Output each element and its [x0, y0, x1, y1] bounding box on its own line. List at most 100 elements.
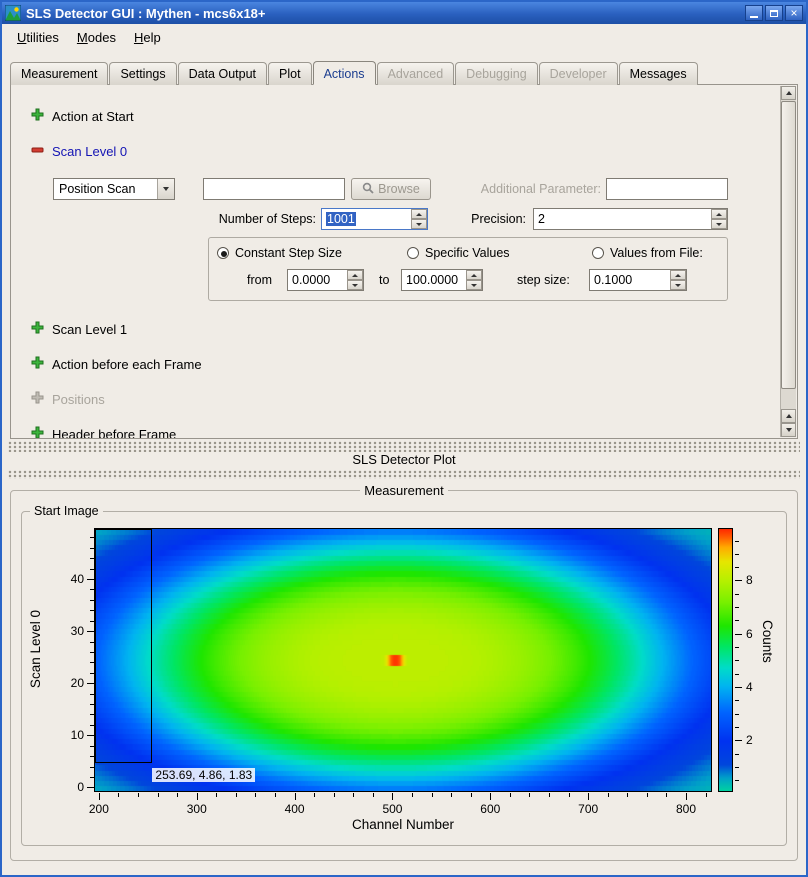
spin-up-icon[interactable] [670, 270, 686, 280]
tick [735, 594, 739, 595]
scroll-up-button[interactable] [781, 86, 796, 100]
tab-actions[interactable]: Actions [313, 61, 376, 85]
maximize-button[interactable] [765, 5, 783, 21]
splitter-dots [8, 441, 800, 452]
radio-icon [217, 247, 229, 259]
scan-mode-select[interactable]: Position Scan [53, 178, 175, 200]
action-at-start-row[interactable]: Action at Start [31, 108, 134, 124]
tab-data-output[interactable]: Data Output [178, 62, 267, 85]
close-button[interactable]: × [785, 5, 803, 21]
tick [275, 793, 276, 797]
app-icon [5, 5, 21, 21]
additional-parameter-input[interactable] [606, 178, 728, 200]
scrollbar-thumb[interactable] [781, 101, 796, 389]
tick [392, 793, 393, 800]
vertical-scrollbar[interactable] [780, 86, 796, 437]
radio-specific-values[interactable]: Specific Values [407, 246, 510, 260]
expand-plus-icon [31, 321, 44, 337]
close-icon: × [790, 7, 797, 19]
from-spinbox[interactable]: 0.0000 [287, 269, 364, 291]
spin-up-icon[interactable] [711, 209, 727, 219]
number-of-steps-value: 1001 [326, 212, 356, 226]
tab-developer[interactable]: Developer [539, 62, 618, 85]
y-axis-ticks: 010203040 [50, 528, 94, 792]
spin-up-icon[interactable] [466, 270, 482, 280]
step-size-spinbox[interactable]: 0.1000 [589, 269, 687, 291]
tab-measurement[interactable]: Measurement [10, 62, 108, 85]
scan-parameter-input[interactable] [203, 178, 345, 200]
spin-down-icon[interactable] [711, 219, 727, 229]
menu-utilities[interactable]: Utilities [8, 27, 68, 48]
action-row-label: Scan Level 0 [52, 144, 127, 159]
action-row-label: Positions [52, 392, 105, 407]
heatmap-canvas[interactable] [95, 529, 711, 791]
menu-help[interactable]: Help [125, 27, 170, 48]
precision-spinbox[interactable]: 2 [533, 208, 728, 230]
spin-down-icon[interactable] [347, 280, 363, 290]
to-value: 100.0000 [406, 273, 458, 287]
tick [735, 727, 739, 728]
colorbar-title: Counts [760, 620, 775, 663]
positions-row[interactable]: Positions [31, 391, 105, 407]
menu-modes[interactable]: Modes [68, 27, 125, 48]
tick [138, 793, 139, 797]
tick: 800 [676, 802, 696, 816]
spin-up-icon[interactable] [411, 209, 427, 219]
tick [87, 735, 94, 736]
tab-settings[interactable]: Settings [109, 62, 176, 85]
tick: 400 [285, 802, 305, 816]
title-bar: SLS Detector GUI : Mythen - mcs6x18+ × [2, 2, 806, 24]
tick: 500 [382, 802, 402, 816]
minimize-button[interactable] [745, 5, 763, 21]
tick [432, 793, 433, 797]
x-axis-title: Channel Number [94, 817, 712, 832]
start-image-groupbox: Start Image Scan Level 0 010203040 253.6… [21, 504, 787, 846]
x-axis-ticks: 200300400500600700800 [94, 793, 712, 819]
splitter-handle[interactable]: SLS Detector Plot [2, 441, 806, 481]
plot-canvas-area: Scan Level 0 010203040 253.69, 4.86, 1.8… [24, 518, 784, 840]
tick [735, 580, 742, 581]
heatmap-plot[interactable]: 253.69, 4.86, 1.83 [94, 528, 712, 792]
tick [490, 793, 491, 800]
tab-advanced[interactable]: Advanced [377, 62, 455, 85]
plot-section-title: SLS Detector Plot [2, 452, 806, 468]
scroll-down-icon [786, 428, 792, 432]
scan-level-0-row[interactable]: Scan Level 0 [31, 143, 127, 159]
header-before-frame-row[interactable]: Header before Frame [31, 426, 176, 439]
scan-level-1-row[interactable]: Scan Level 1 [31, 321, 127, 337]
tab-plot[interactable]: Plot [268, 62, 312, 85]
tick: 8 [746, 573, 753, 587]
tab-messages[interactable]: Messages [619, 62, 698, 85]
tick [87, 683, 94, 684]
tick [735, 780, 739, 781]
browse-icon [362, 182, 374, 197]
tick [87, 787, 94, 788]
spin-down-icon[interactable] [466, 280, 482, 290]
spin-down-icon[interactable] [411, 219, 427, 229]
tick [118, 793, 119, 797]
browse-button[interactable]: Browse [351, 178, 431, 200]
scroll-down-button[interactable] [781, 423, 796, 437]
additional-parameter-label: Additional Parameter: [461, 178, 601, 200]
tick [373, 793, 374, 797]
radio-constant-step[interactable]: Constant Step Size [217, 246, 342, 260]
menu-bar: Utilities Modes Help [2, 24, 806, 50]
tick [686, 793, 687, 800]
tick [735, 660, 739, 661]
spin-down-icon[interactable] [670, 280, 686, 290]
action-row-label: Scan Level 1 [52, 322, 127, 337]
expand-plus-icon [31, 356, 44, 372]
tick [647, 793, 648, 797]
tick [295, 793, 296, 800]
spin-up-icon[interactable] [347, 270, 363, 280]
radio-values-from-file[interactable]: Values from File: [592, 246, 703, 260]
to-spinbox[interactable]: 100.0000 [401, 269, 483, 291]
number-of-steps-spinbox[interactable]: 1001 [321, 208, 428, 230]
action-before-frame-row[interactable]: Action before each Frame [31, 356, 202, 372]
tab-debugging[interactable]: Debugging [455, 62, 537, 85]
tick [87, 631, 94, 632]
scroll-up-button-2[interactable] [781, 409, 796, 423]
tick [412, 793, 413, 797]
browse-button-label: Browse [378, 182, 420, 196]
tick [735, 567, 739, 568]
